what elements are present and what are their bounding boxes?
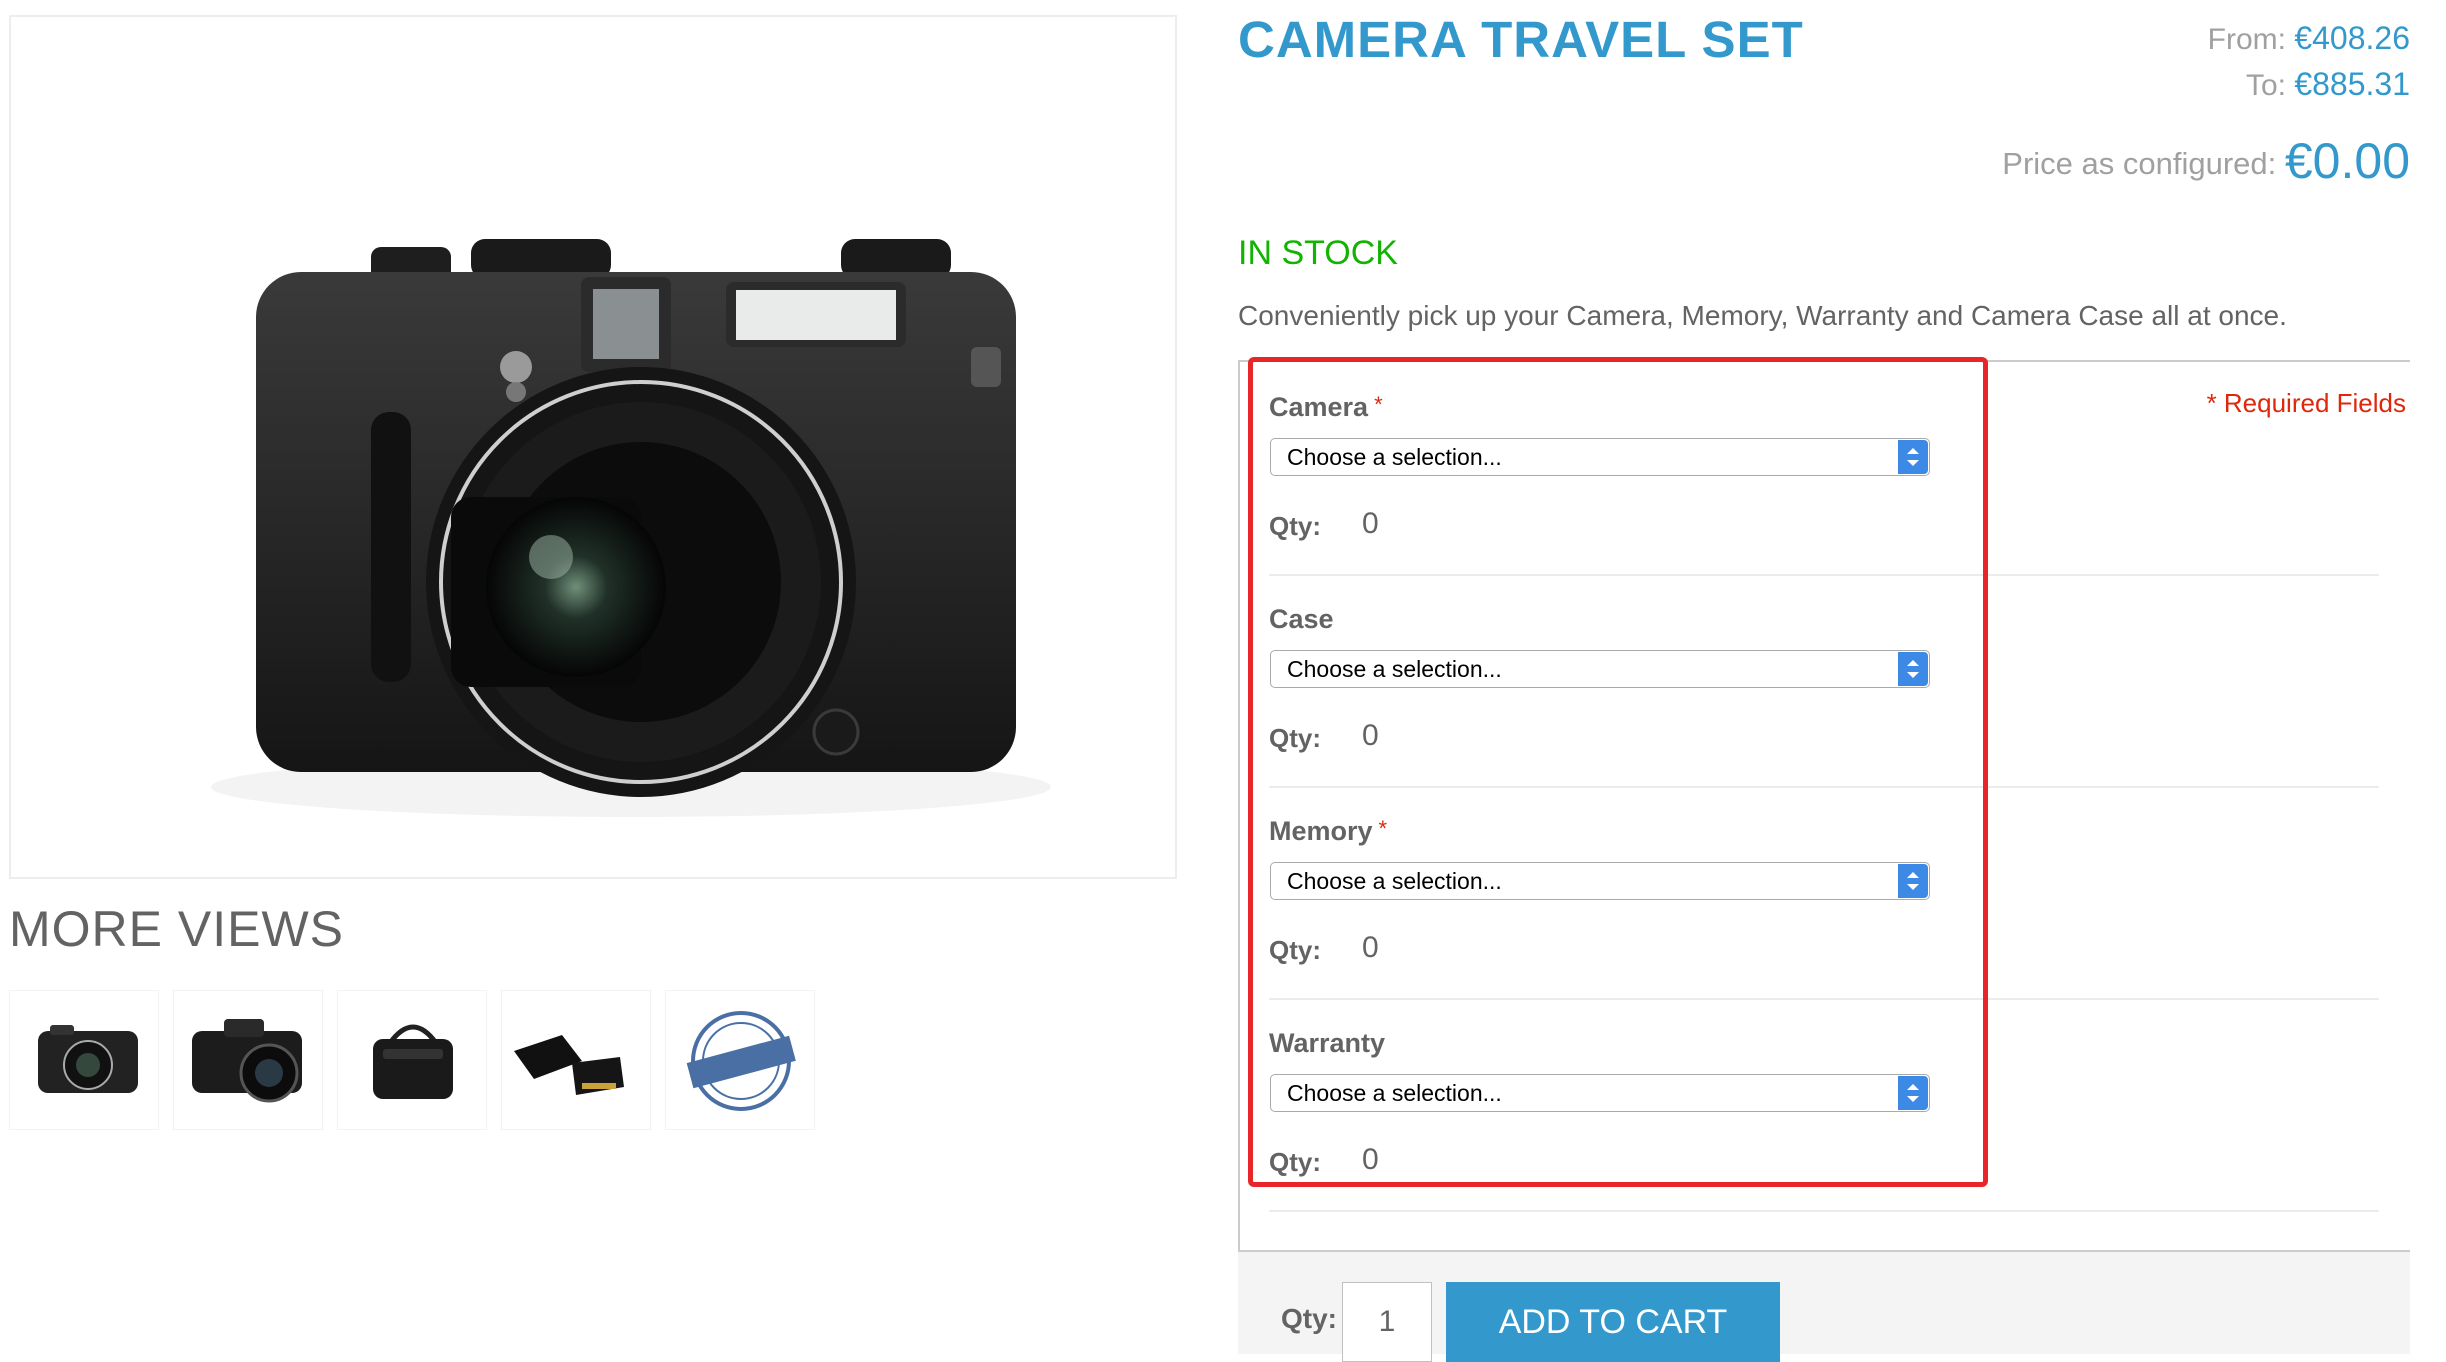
thumbnail-dslr-camera[interactable] <box>173 990 323 1130</box>
thumbnail-memory-cards[interactable] <box>501 990 651 1130</box>
compact-camera-icon <box>38 1025 138 1093</box>
price-to-label: To: <box>2245 69 2286 102</box>
compact-camera-photo <box>211 239 1051 817</box>
main-product-image[interactable] <box>9 15 1177 879</box>
add-to-cart-button[interactable]: ADD TO CART <box>1446 1282 1780 1362</box>
product-description: Conveniently pick up your Camera, Memory… <box>1238 300 2287 331</box>
price-from: From: €408.26 <box>2208 20 2410 57</box>
option-divider <box>1269 1210 2379 1212</box>
price-as-configured: Price as configured: €0.00 <box>2002 132 2410 190</box>
more-views-title: MORE VIEWS <box>9 901 345 957</box>
thumbnail-camera-bag[interactable] <box>337 990 487 1130</box>
thumbnail-compact-camera[interactable] <box>9 990 159 1130</box>
cart-qty-input[interactable]: 1 <box>1342 1282 1432 1362</box>
warranty-stamp-icon <box>686 1011 796 1111</box>
product-title: CAMERA TRAVEL SET <box>1238 11 1804 68</box>
cart-qty-label: Qty: <box>1281 1303 1337 1334</box>
price-config-label: Price as configured: <box>2002 146 2277 181</box>
price-from-value: €408.26 <box>2294 20 2410 56</box>
dslr-camera-icon <box>192 1019 302 1103</box>
memory-card-icon <box>514 1035 624 1095</box>
price-to-value: €885.31 <box>2294 66 2410 102</box>
thumbnail-warranty[interactable] <box>665 990 815 1130</box>
stock-status: IN STOCK <box>1238 234 1398 272</box>
price-config-value: €0.00 <box>2284 133 2410 189</box>
price-from-label: From: <box>2207 23 2286 56</box>
highlight-annotation-box <box>1248 357 1988 1187</box>
price-to: To: €885.31 <box>2246 66 2410 103</box>
camera-bag-icon <box>373 1024 453 1099</box>
required-fields-note: * Required Fields <box>2206 388 2406 418</box>
